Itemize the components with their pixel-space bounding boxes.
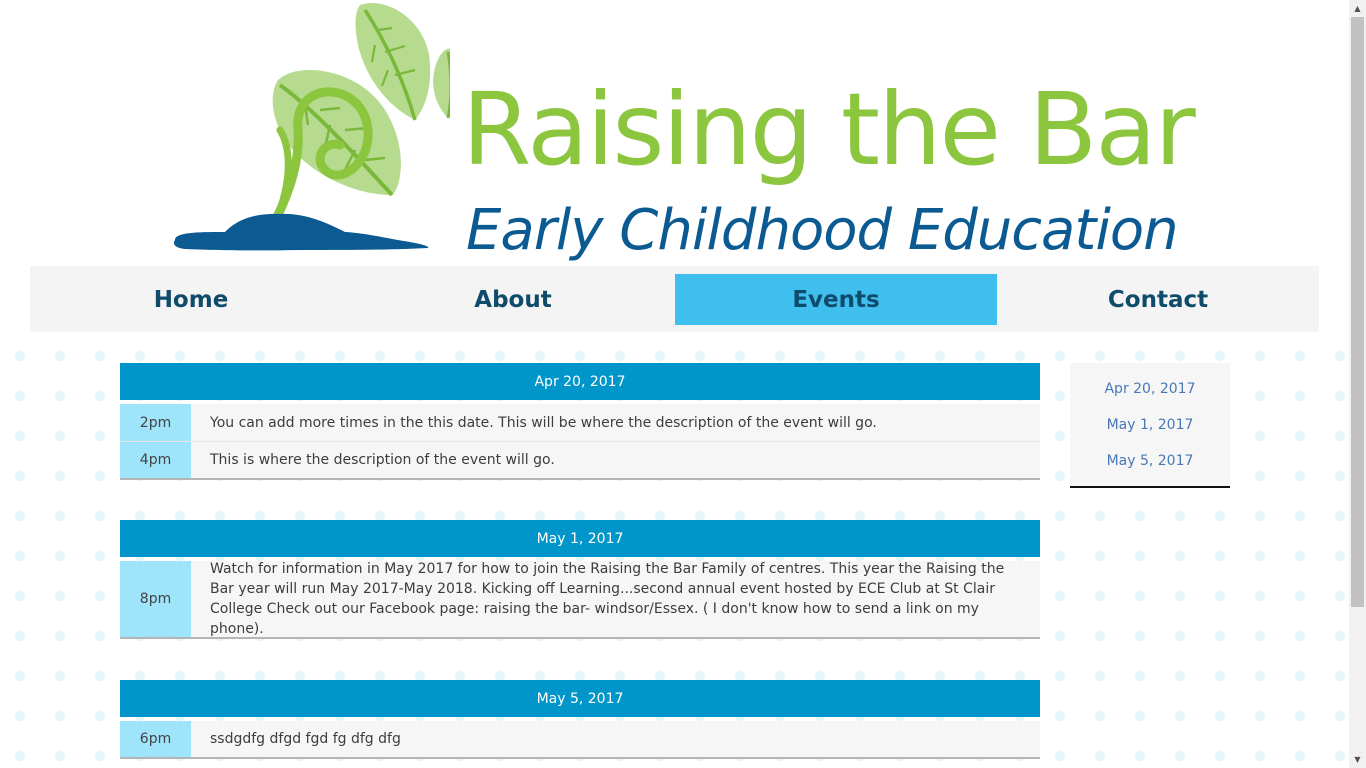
nav-item-home[interactable]: Home: [30, 274, 352, 325]
event-row: 8pm Watch for information in May 2017 fo…: [120, 561, 1040, 637]
nav-item-contact[interactable]: Contact: [997, 274, 1319, 325]
scroll-up-arrow-icon[interactable]: ▲: [1349, 0, 1366, 17]
sidebar-date-link[interactable]: May 1, 2017: [1070, 407, 1230, 443]
event-list: 8pm Watch for information in May 2017 fo…: [120, 561, 1040, 639]
nav-item-about[interactable]: About: [352, 274, 674, 325]
vertical-scrollbar[interactable]: ▲ ▼: [1349, 0, 1366, 768]
event-list: 2pm You can add more times in the this d…: [120, 404, 1040, 480]
event-time: 2pm: [120, 404, 191, 441]
event-day-block: May 5, 2017 6pm ssdgdfg dfgd fgd fg dfg …: [120, 680, 1040, 759]
page: Raising the Bar Early Childhood Educatio…: [0, 0, 1349, 768]
event-day-block: May 1, 2017 8pm Watch for information in…: [120, 520, 1040, 639]
event-day-block: Apr 20, 2017 2pm You can add more times …: [120, 363, 1040, 480]
event-row: 2pm You can add more times in the this d…: [120, 404, 1040, 441]
sidebar-date-link[interactable]: May 5, 2017: [1070, 443, 1230, 479]
scroll-down-arrow-icon[interactable]: ▼: [1349, 751, 1366, 768]
brand-title: Raising the Bar: [462, 71, 1196, 188]
event-row: 4pm This is where the description of the…: [120, 441, 1040, 478]
event-date-heading: Apr 20, 2017: [120, 363, 1040, 400]
event-time: 6pm: [120, 721, 191, 757]
main-nav: Home About Events Contact: [30, 266, 1319, 332]
sprout-logo-icon: [173, 3, 450, 251]
brand-subtitle: Early Childhood Education: [466, 198, 1179, 263]
event-description: ssdgdfg dfgd fgd fg dfg dfg: [210, 731, 401, 747]
event-date-heading: May 1, 2017: [120, 520, 1040, 557]
event-time: 4pm: [120, 442, 191, 478]
event-date-sidebar: Apr 20, 2017 May 1, 2017 May 5, 2017: [1070, 363, 1230, 488]
scroll-thumb[interactable]: [1351, 17, 1364, 607]
event-date-heading: May 5, 2017: [120, 680, 1040, 717]
event-time: 8pm: [120, 561, 191, 637]
sidebar-date-link[interactable]: Apr 20, 2017: [1070, 371, 1230, 407]
nav-item-events[interactable]: Events: [675, 274, 997, 325]
event-list: 6pm ssdgdfg dfgd fgd fg dfg dfg: [120, 721, 1040, 759]
event-row: 6pm ssdgdfg dfgd fgd fg dfg dfg: [120, 721, 1040, 757]
event-description: You can add more times in the this date.…: [210, 414, 877, 431]
event-description: Watch for information in May 2017 for ho…: [210, 561, 1005, 637]
event-description: This is where the description of the eve…: [210, 452, 555, 468]
